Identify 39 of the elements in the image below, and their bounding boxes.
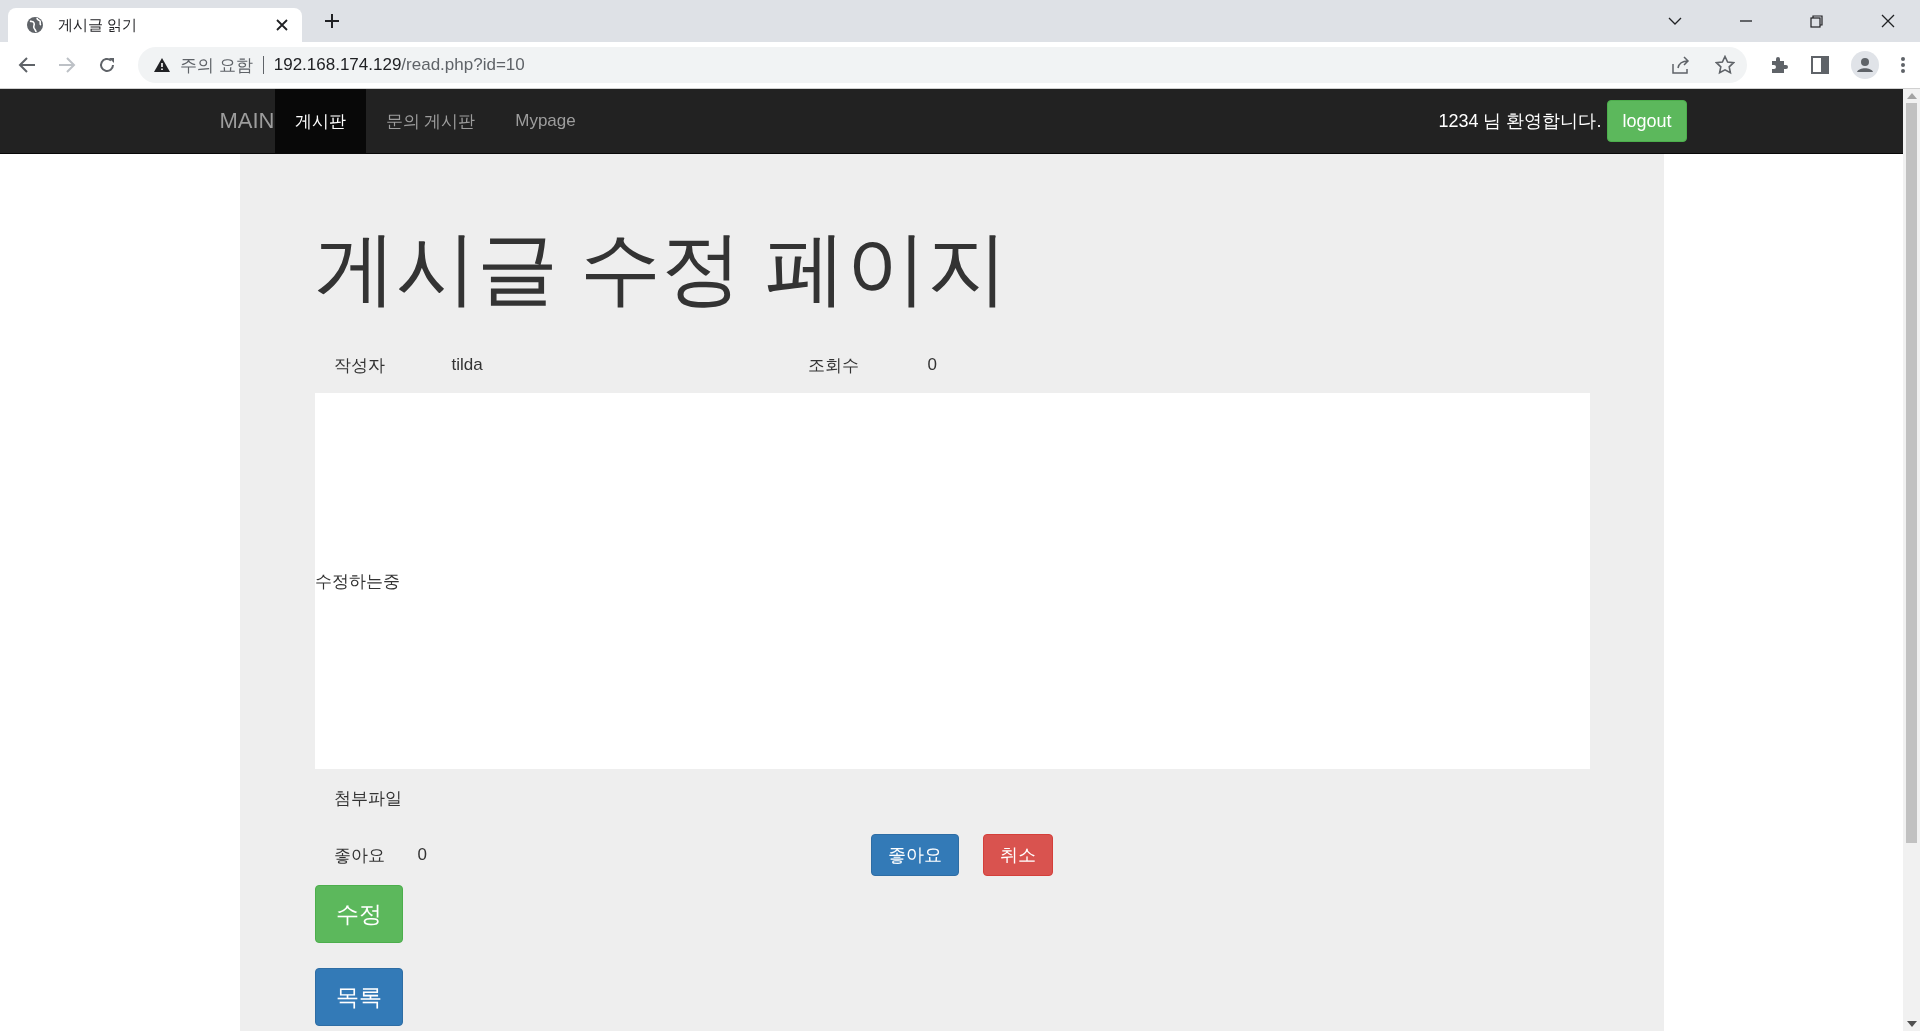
page-heading: 게시글 수정 페이지 xyxy=(314,224,1009,314)
author-value: tilda xyxy=(451,355,484,376)
brand-link[interactable]: MAIN xyxy=(216,89,275,153)
views-value: 0 xyxy=(927,355,937,376)
chevron-down-icon[interactable] xyxy=(1668,17,1682,25)
address-bar[interactable]: 주의 요함 192.168.174.129/read.php?id=10 xyxy=(138,47,1747,83)
like-button[interactable]: 좋아요 xyxy=(870,834,959,877)
author-label: 작성자 xyxy=(333,354,386,377)
warning-icon xyxy=(154,58,170,72)
plus-icon[interactable] xyxy=(324,13,340,29)
more-menu-icon[interactable] xyxy=(1901,57,1905,73)
content-field[interactable]: 수정하는중 xyxy=(314,393,1590,770)
tab-title: 게시글 읽기 xyxy=(58,15,138,35)
security-label: 주의 요함 xyxy=(180,54,253,77)
attachment-label: 첨부파일 xyxy=(333,789,402,809)
side-panel-icon[interactable] xyxy=(1811,56,1829,74)
likes-label: 좋아요 xyxy=(333,844,385,867)
puzzle-icon[interactable] xyxy=(1769,55,1789,75)
share-icon[interactable] xyxy=(1671,56,1691,74)
reload-icon[interactable] xyxy=(98,56,116,74)
url-text: 192.168.174.129/read.php?id=10 xyxy=(273,55,525,75)
cancel-button[interactable]: 취소 xyxy=(982,834,1053,877)
star-icon[interactable] xyxy=(1715,55,1735,75)
close-icon[interactable] xyxy=(276,19,288,31)
profile-icon[interactable] xyxy=(1851,51,1879,79)
browser-tab[interactable]: 게시글 읽기 xyxy=(8,8,302,42)
nav-link[interactable]: 게시판 xyxy=(274,89,366,153)
views-label: 조회수 xyxy=(807,354,860,377)
back-arrow-icon[interactable] xyxy=(18,57,36,73)
scrollbar[interactable] xyxy=(1903,89,1920,1031)
likes-count: 0 xyxy=(417,845,428,866)
nav-link[interactable]: Mypage xyxy=(495,89,596,153)
globe-icon xyxy=(26,16,44,34)
list-button[interactable]: 목록 xyxy=(314,968,403,1027)
close-icon[interactable] xyxy=(1881,14,1895,28)
nav-link[interactable]: 문의 게시판 xyxy=(365,89,496,153)
scroll-down-icon[interactable] xyxy=(1906,1021,1917,1027)
restore-icon[interactable] xyxy=(1810,14,1823,28)
welcome-text: 1234 님 환영합니다. xyxy=(1438,110,1602,133)
